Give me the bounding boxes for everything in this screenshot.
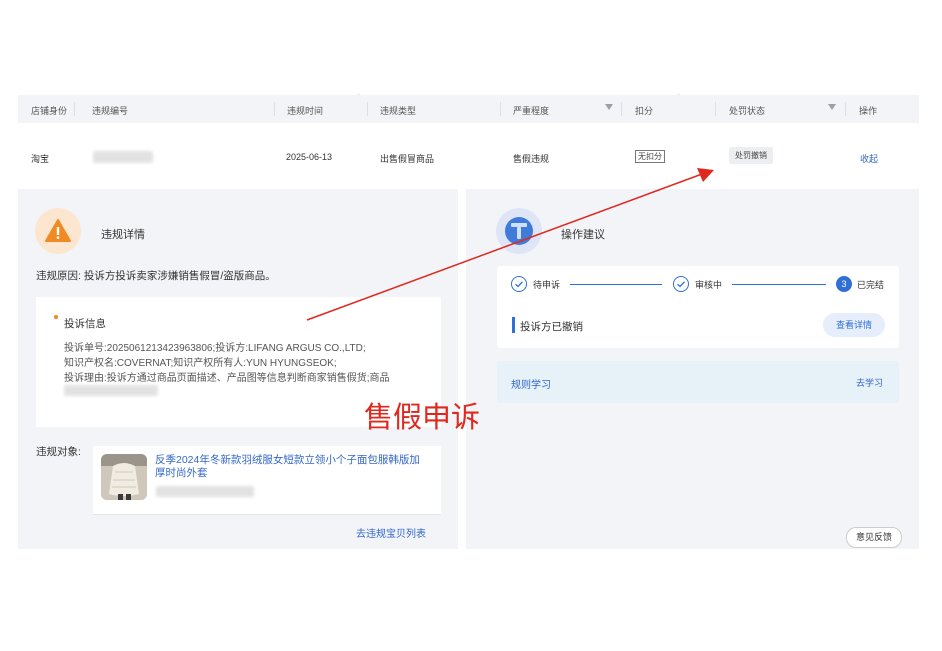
- annotation-arrow: [306, 168, 714, 321]
- annotation-label: 售假申诉: [364, 400, 481, 434]
